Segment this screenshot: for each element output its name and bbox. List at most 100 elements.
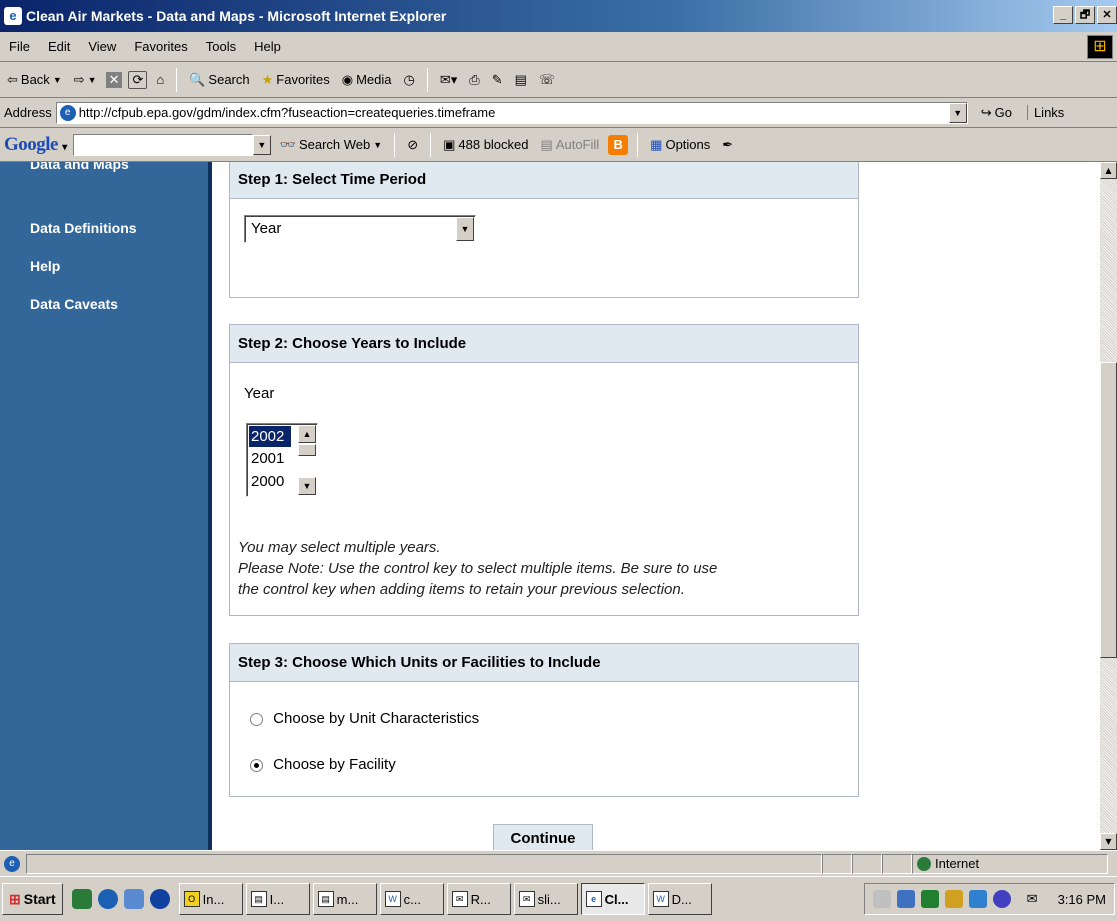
facility-radio[interactable] (250, 758, 263, 772)
year-option-2001[interactable]: 2001 (249, 448, 291, 469)
google-search-dropdown[interactable]: ▼ (252, 134, 271, 155)
connection-icon[interactable] (968, 890, 987, 908)
taskbar-label: R... (470, 891, 491, 907)
menu-edit[interactable]: Edit (39, 39, 79, 54)
menu-view[interactable]: View (79, 39, 125, 54)
history-icon[interactable]: ◷ (401, 72, 418, 88)
back-button[interactable]: ⇦ Back ▼ (4, 72, 65, 88)
popup-blocked-count: 488 blocked (458, 137, 529, 152)
messenger-icon[interactable] (149, 889, 170, 909)
taskbar-button[interactable]: ✉ R... (446, 883, 511, 915)
menu-file[interactable]: File (0, 39, 39, 54)
volume-icon[interactable] (872, 890, 891, 908)
scrollbar-thumb[interactable] (1100, 362, 1117, 658)
ie-icon[interactable] (97, 889, 118, 909)
sidebar-item-data-definitions[interactable]: Data Definitions (30, 220, 137, 236)
media-button[interactable]: ◉ Media (339, 72, 395, 88)
unit-characteristics-radio[interactable] (250, 712, 263, 726)
forward-button[interactable]: ⇨ ▼ (71, 72, 100, 88)
search-icon: 🔍 (189, 71, 206, 87)
pen-icon[interactable] (944, 890, 963, 908)
search-button[interactable]: 🔍 Search (186, 72, 252, 88)
autofill-label: AutoFill (555, 137, 600, 152)
highlighter-icon[interactable]: ✒ (719, 137, 736, 153)
year-option-2002[interactable]: 2002 (248, 425, 292, 448)
ie-icon: e (585, 891, 602, 907)
edit-icon[interactable]: ✎ (489, 72, 506, 88)
menu-help[interactable]: Help (245, 39, 290, 54)
messenger-tray-icon[interactable] (992, 890, 1011, 908)
facility-option[interactable]: Choose by Facility (250, 756, 396, 773)
start-button[interactable]: ⊞ Start (2, 883, 63, 915)
time-period-select[interactable]: Year ▼ (244, 215, 476, 243)
network-icon[interactable] (896, 890, 915, 908)
antivirus-icon[interactable] (920, 890, 939, 908)
taskbar-button[interactable]: W D... (647, 883, 712, 915)
chevron-down-icon: ▼ (373, 139, 383, 150)
scroll-down-icon[interactable]: ▼ (298, 477, 316, 495)
sidebar-item-help[interactable]: Help (30, 258, 60, 274)
go-button[interactable]: ↪ Go (978, 105, 1015, 121)
taskbar-label: I... (269, 891, 285, 907)
show-desktop-icon[interactable] (71, 889, 92, 909)
scroll-up-icon[interactable]: ▲ (298, 425, 316, 443)
messenger-icon[interactable]: ☏ (536, 72, 558, 88)
sidebar: Data and Maps Data Definitions Help Data… (0, 162, 212, 850)
mail-icon[interactable]: ✉▾ (437, 72, 460, 88)
window-title: Clean Air Markets - Data and Maps - Micr… (26, 8, 447, 24)
page-scrollbar[interactable]: ▲ ▼ (1100, 162, 1117, 850)
taskbar-button[interactable]: ✉ sli... (513, 883, 578, 915)
taskbar-button[interactable]: Wc... (379, 883, 444, 915)
popup-blocker-button[interactable]: ▣ 488 blocked (440, 137, 531, 153)
restore-button[interactable]: 🗗 (1075, 6, 1095, 24)
unit-characteristics-option[interactable]: Choose by Unit Characteristics (250, 710, 479, 727)
mail-notify-icon[interactable]: ✉ (1027, 891, 1038, 907)
google-logo[interactable]: Google ▾ (4, 134, 67, 156)
sidebar-item-data-caveats[interactable]: Data Caveats (30, 296, 118, 312)
scroll-up-icon[interactable]: ▲ (1100, 162, 1117, 179)
page-icon: e (59, 104, 76, 121)
taskbar-button-active[interactable]: e Cl... (580, 883, 645, 915)
taskbar: ⊞ Start O In... ▤ I... ▤ m... Wc... ✉ R... ✉… (0, 876, 1117, 921)
minimize-button[interactable]: _ (1053, 6, 1073, 24)
unit-characteristics-label: Choose by Unit Characteristics (273, 710, 480, 727)
sidebar-item-data-and-maps[interactable]: Data and Maps (30, 162, 129, 172)
discuss-icon[interactable]: ▤ (512, 72, 530, 88)
menu-favorites[interactable]: Favorites (125, 39, 196, 54)
links-button[interactable]: Links (1026, 105, 1064, 120)
taskbar-button[interactable]: O In... (178, 883, 243, 915)
status-cell (852, 853, 882, 874)
autofill-button[interactable]: ▤ AutoFill (538, 137, 603, 153)
refresh-icon[interactable]: ⟳ (128, 70, 148, 89)
print-icon[interactable]: ⎙ (466, 72, 482, 88)
address-url: http://cfpub.epa.gov/gdm/index.cfm?fusea… (78, 105, 496, 120)
ie-logo-icon: e (4, 7, 22, 25)
continue-button[interactable]: Continue (493, 824, 593, 850)
go-arrow-icon: ↪ (980, 104, 992, 120)
favorites-button[interactable]: ★ Favorites (259, 72, 333, 88)
home-icon[interactable]: ⌂ (153, 72, 167, 87)
taskbar-label: In... (202, 891, 225, 907)
menu-tools[interactable]: Tools (197, 39, 245, 54)
options-button[interactable]: ▦ Options (647, 137, 713, 153)
google-search-input[interactable] (72, 133, 253, 156)
system-tray: ✉ 3:16 PM (863, 883, 1115, 915)
stop-icon[interactable]: ✕ (105, 71, 123, 88)
step3-title: Step 3: Choose Which Units or Facilities… (230, 644, 858, 682)
close-button[interactable]: ✕ (1097, 6, 1117, 24)
taskbar-button[interactable]: ▤ I... (245, 883, 310, 915)
chevron-down-icon[interactable]: ▼ (456, 217, 474, 241)
quick-launch (66, 889, 176, 909)
scroll-down-icon[interactable]: ▼ (1100, 833, 1117, 850)
address-input[interactable]: e http://cfpub.epa.gov/gdm/index.cfm?fus… (55, 101, 968, 124)
listbox-scroll-thumb[interactable] (298, 444, 316, 456)
pagerank-icon[interactable]: ⊘ (404, 137, 421, 153)
time-period-value: Year (251, 220, 282, 237)
taskbar-button[interactable]: ▤ m... (312, 883, 377, 915)
years-listbox[interactable]: 2002 2001 2000 ▲ ▼ (246, 423, 318, 497)
year-option-2000[interactable]: 2000 (249, 471, 291, 492)
address-dropdown-button[interactable]: ▼ (948, 102, 967, 123)
blogger-icon[interactable]: B (608, 134, 629, 155)
search-web-button[interactable]: 👓 Search Web ▼ (277, 137, 385, 153)
outlook-icon[interactable] (123, 889, 144, 909)
